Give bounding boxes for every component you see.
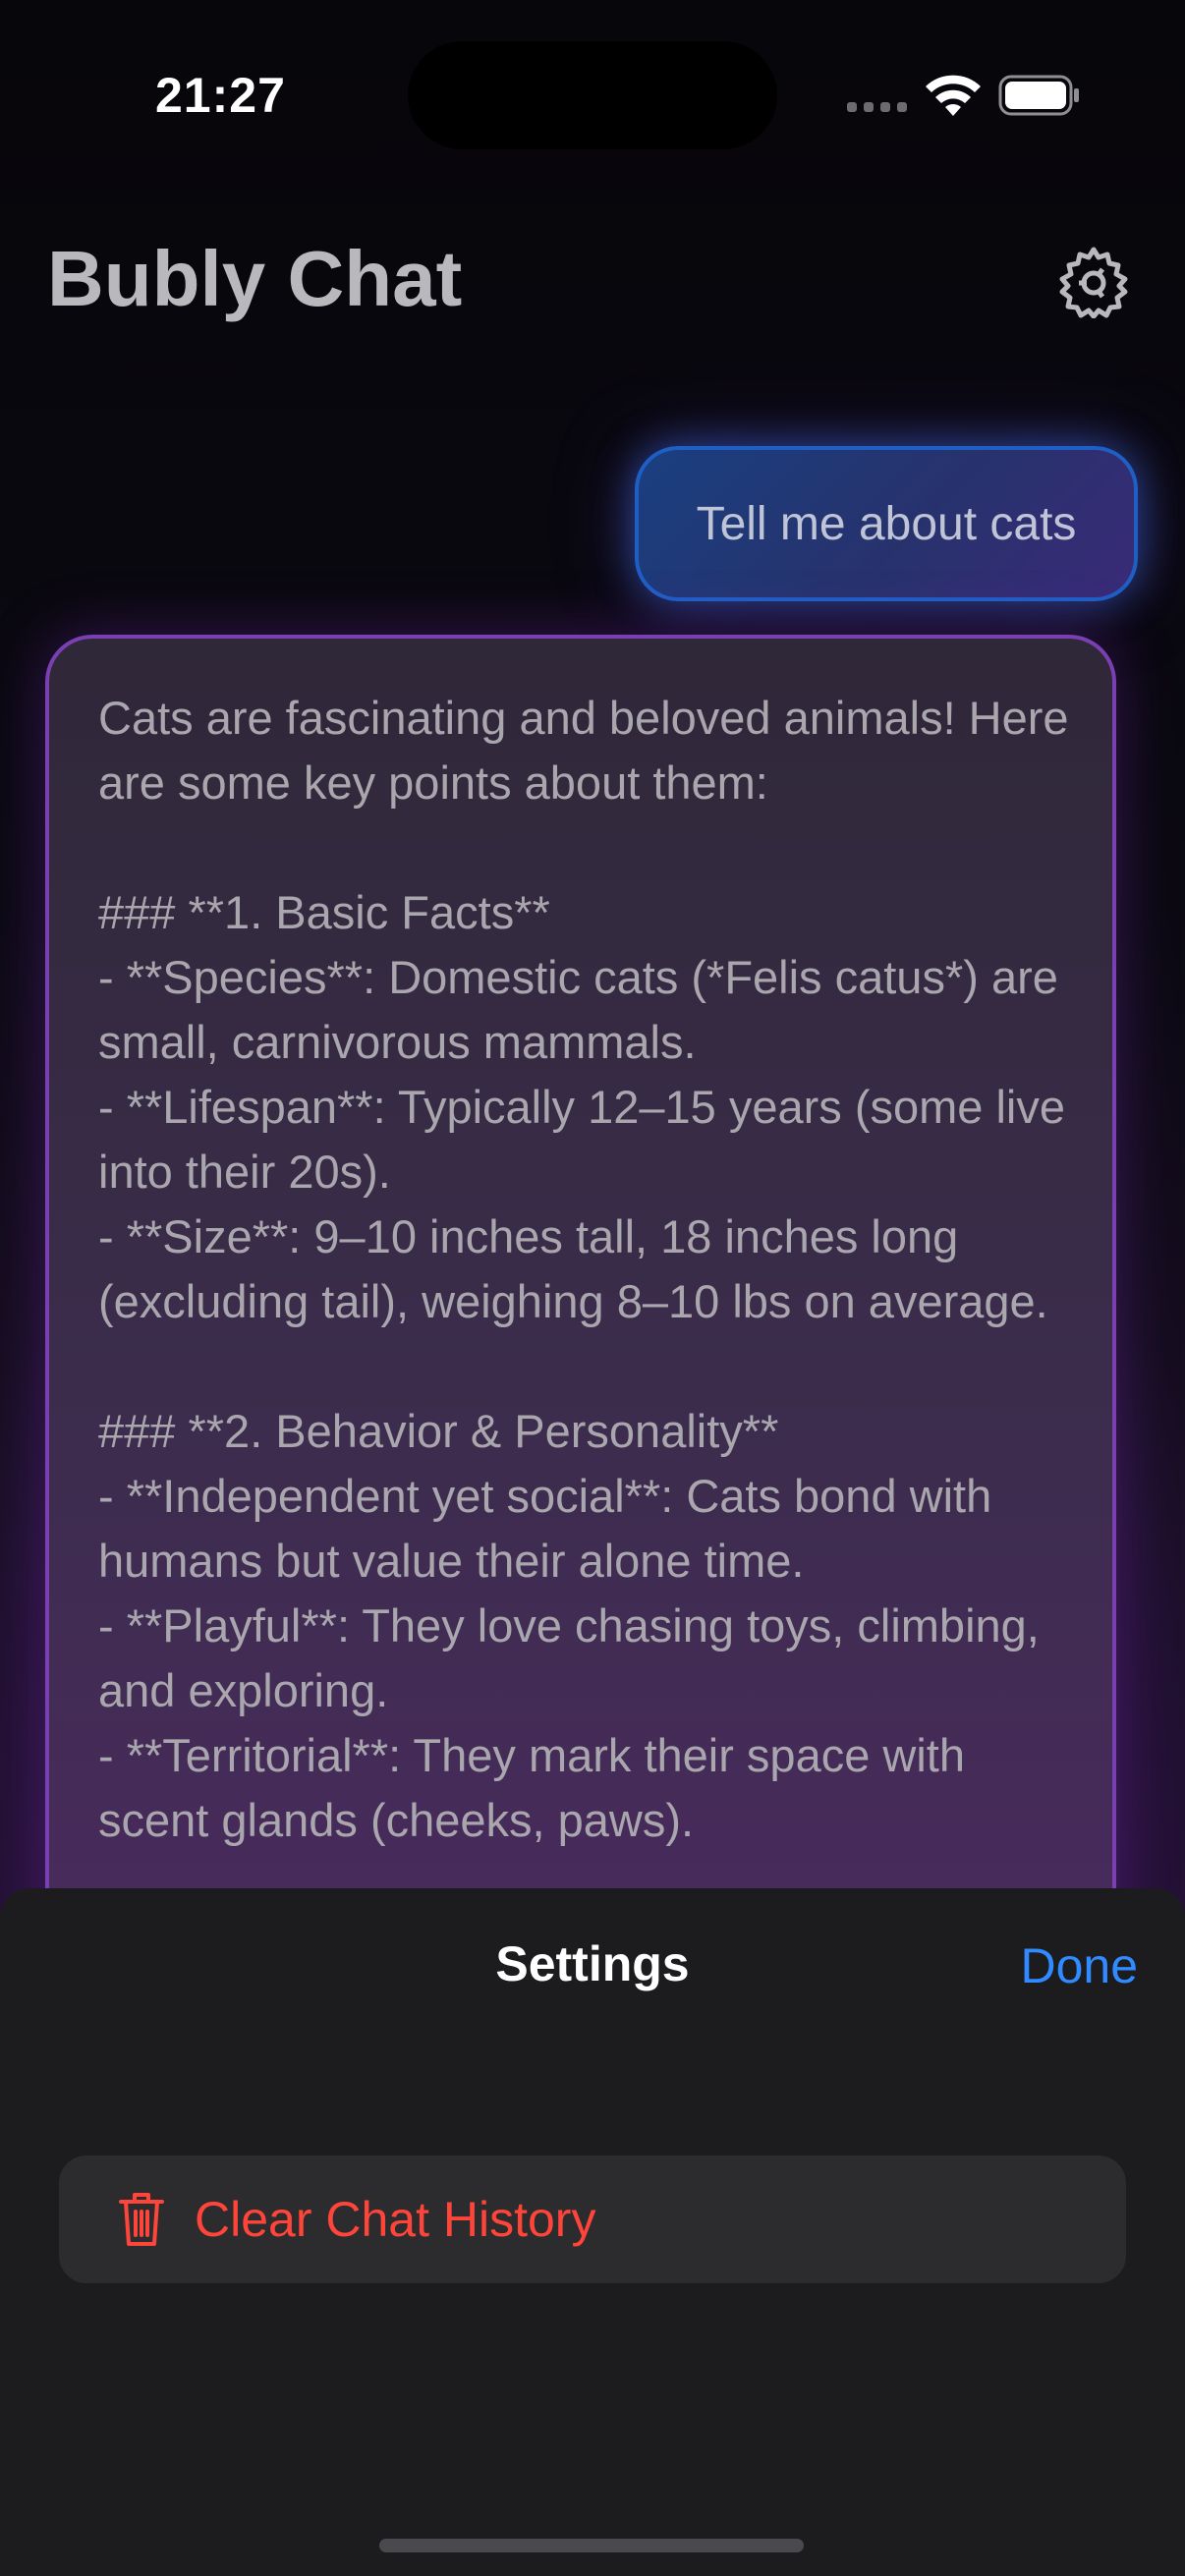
done-button[interactable]: Done (1020, 1937, 1138, 1994)
assistant-message-bubble: Cats are fascinating and beloved animals… (45, 635, 1116, 2010)
status-time: 21:27 (155, 68, 286, 123)
app-title: Bubly Chat (47, 235, 463, 322)
assistant-message-text: Cats are fascinating and beloved animals… (98, 692, 1069, 1846)
status-bar: 21:27 (0, 0, 1185, 196)
clear-chat-history-label: Clear Chat History (195, 2192, 596, 2247)
gear-icon[interactable] (1057, 246, 1130, 318)
signal-icon (847, 102, 908, 116)
trash-icon (119, 2193, 164, 2246)
screen: 21:27 Bubly Chat Tell me about cats Cats… (0, 0, 1185, 2576)
wifi-icon (926, 75, 981, 116)
home-indicator (379, 2539, 804, 2552)
settings-sheet: Settings Done Clear Chat History (0, 1888, 1185, 2576)
battery-icon (998, 75, 1079, 116)
user-message-text: Tell me about cats (696, 497, 1077, 550)
clear-chat-history-button[interactable]: Clear Chat History (59, 2156, 1126, 2283)
user-message-bubble: Tell me about cats (635, 446, 1138, 601)
sheet-title: Settings (495, 1936, 690, 1991)
dynamic-island (408, 41, 777, 149)
